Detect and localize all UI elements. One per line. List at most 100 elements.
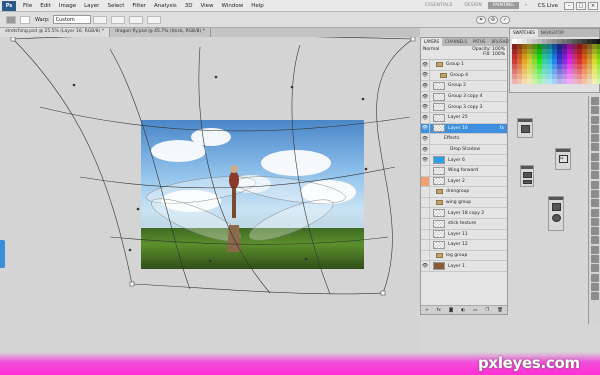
- tool-preset-icon[interactable]: [6, 15, 16, 24]
- eye-icon[interactable]: 👁: [421, 70, 430, 81]
- add-mask-icon[interactable]: ◙: [449, 308, 453, 313]
- layer-row-group-4[interactable]: 👁 Group 4: [421, 70, 507, 82]
- warp-style-select[interactable]: Custom: [52, 15, 91, 24]
- bend-field[interactable]: [110, 15, 125, 24]
- tool-icon[interactable]: [591, 236, 599, 245]
- warp-mesh[interactable]: [0, 37, 420, 375]
- eye-icon[interactable]: 👁: [421, 102, 430, 112]
- tool-icon[interactable]: [591, 199, 599, 208]
- left-panel-collapse-tab[interactable]: [0, 240, 5, 268]
- eye-icon[interactable]: [421, 240, 430, 250]
- tool-icon[interactable]: [591, 97, 599, 105]
- eye-icon[interactable]: 👁: [421, 155, 430, 165]
- tool-icon[interactable]: [591, 292, 599, 301]
- layer-row-drongroup[interactable]: drongroup: [421, 187, 507, 198]
- tool-icon[interactable]: [591, 189, 599, 198]
- commit-transform-icon[interactable]: ✓: [500, 15, 510, 24]
- menu-layer[interactable]: Layer: [80, 3, 103, 9]
- tool-icon[interactable]: [591, 152, 599, 161]
- doc-tab-dragonfly[interactable]: dragon fly.psd @ 45.7% (thick, RGB/8) *: [110, 28, 211, 37]
- tool-icon[interactable]: [591, 143, 599, 152]
- menu-image[interactable]: Image: [55, 3, 80, 9]
- eye-icon[interactable]: 👁: [421, 112, 430, 123]
- layer-effects-row[interactable]: 👁 Effects: [421, 134, 507, 145]
- eye-icon[interactable]: [421, 176, 430, 187]
- doc-tab-stretching[interactable]: stretching.psd @ 25.5% (Layer 16, RGB/8)…: [0, 28, 111, 37]
- eye-icon[interactable]: [421, 229, 430, 240]
- tool-icon[interactable]: [591, 255, 599, 264]
- blend-mode-select[interactable]: Normal: [423, 47, 439, 52]
- eye-icon[interactable]: [421, 187, 430, 197]
- document-canvas[interactable]: [0, 37, 420, 375]
- layer-row-layer-25[interactable]: 👁 Layer 25: [421, 112, 507, 124]
- layer-row-layer-18-copy-2[interactable]: Layer 18 copy 2: [421, 208, 507, 219]
- layer-row-group-3-copy-4[interactable]: 👁 Group 3 copy 4: [421, 91, 507, 103]
- tool-icon[interactable]: [591, 115, 599, 124]
- warp-orientation-icon[interactable]: [92, 15, 107, 24]
- close-icon[interactable]: ×: [588, 1, 598, 10]
- restore-icon[interactable]: □: [576, 1, 586, 10]
- tool-icon[interactable]: [591, 180, 599, 189]
- tool-icon[interactable]: [591, 282, 599, 291]
- workspace-essentials[interactable]: ESSENTIALS: [419, 3, 458, 8]
- eye-icon[interactable]: 👁: [421, 144, 430, 155]
- tab-swatches[interactable]: SWATCHES: [510, 29, 538, 37]
- eye-icon[interactable]: [421, 208, 430, 218]
- layer-row-layer-16[interactable]: 👁 Layer 16 fx: [421, 123, 507, 135]
- eye-icon[interactable]: 👁: [421, 60, 430, 70]
- menu-edit[interactable]: Edit: [36, 3, 55, 9]
- layer-row-group-2[interactable]: 👁 Group 2: [421, 81, 507, 92]
- layer-row-wing-group[interactable]: wing group: [421, 197, 507, 209]
- layer-row-layer-2[interactable]: Layer 2: [421, 176, 507, 188]
- swatch-grid[interactable]: [510, 37, 600, 86]
- layer-effect-drop-shadow[interactable]: 👁 Drop Shadow: [421, 144, 507, 156]
- tool-icon[interactable]: [591, 227, 599, 236]
- tool-icon[interactable]: [591, 245, 599, 254]
- layer-row-layer-11[interactable]: Layer 11: [421, 229, 507, 241]
- menu-3d[interactable]: 3D: [181, 3, 197, 9]
- new-group-icon[interactable]: ▭: [473, 308, 477, 313]
- v-distortion-field[interactable]: [146, 15, 161, 24]
- character-panel-icon[interactable]: [520, 165, 534, 187]
- reference-point-icon[interactable]: [20, 15, 30, 24]
- eye-icon[interactable]: 👁: [421, 91, 430, 102]
- tab-layers[interactable]: LAYERS: [421, 38, 443, 46]
- tool-icon[interactable]: [591, 273, 599, 282]
- eye-icon[interactable]: 👁: [421, 134, 430, 144]
- fill-field[interactable]: 100%: [492, 52, 505, 57]
- eye-icon[interactable]: [421, 165, 430, 176]
- cs-live-button[interactable]: CS Live: [534, 3, 562, 9]
- menu-select[interactable]: Select: [103, 3, 128, 9]
- switch-warp-mode-icon[interactable]: ⌗: [476, 15, 486, 24]
- adjustment-layer-icon[interactable]: ◐: [461, 308, 465, 313]
- layer-row-layer-1[interactable]: 👁 Layer 1: [421, 261, 507, 272]
- workspace-painting[interactable]: PAINTING: [487, 2, 519, 9]
- delete-layer-icon[interactable]: 🗑: [497, 308, 503, 313]
- adjustments-panel-icon[interactable]: [548, 196, 564, 231]
- menu-analysis[interactable]: Analysis: [150, 3, 181, 9]
- cancel-transform-icon[interactable]: ⊘: [488, 15, 498, 24]
- history-panel-icon[interactable]: [517, 118, 533, 138]
- tool-icon[interactable]: [591, 264, 599, 273]
- tool-icon[interactable]: [591, 217, 599, 226]
- eye-icon[interactable]: [421, 250, 430, 261]
- eye-icon[interactable]: [421, 218, 430, 229]
- workspace-more[interactable]: »: [519, 3, 534, 8]
- tool-icon[interactable]: [591, 124, 599, 133]
- tab-navigator[interactable]: NAVIGATOR: [538, 29, 567, 37]
- tool-icon[interactable]: [591, 171, 599, 180]
- eye-icon[interactable]: 👁: [421, 123, 430, 134]
- menu-file[interactable]: File: [19, 3, 36, 9]
- layer-row-group-1[interactable]: 👁 Group 1: [421, 60, 507, 71]
- add-style-icon[interactable]: fx: [437, 308, 441, 313]
- tab-paths[interactable]: PATHS: [470, 38, 489, 46]
- link-layers-icon[interactable]: ∞: [425, 308, 429, 313]
- menu-view[interactable]: View: [196, 3, 217, 9]
- layer-row-layer-12[interactable]: Layer 12: [421, 240, 507, 251]
- menu-help[interactable]: Help: [247, 3, 268, 9]
- h-distortion-field[interactable]: [128, 15, 143, 24]
- layer-row-stick-texture[interactable]: stick texture: [421, 218, 507, 230]
- layer-row-wing-forward[interactable]: Wing forward: [421, 165, 507, 177]
- tool-icon[interactable]: [591, 208, 599, 217]
- eye-icon[interactable]: 👁: [421, 261, 430, 271]
